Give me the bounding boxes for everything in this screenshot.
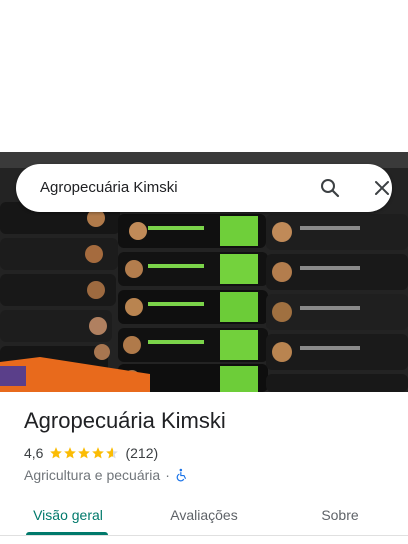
star-rating [49,446,119,460]
place-title: Agropecuária Kimski [24,408,226,433]
star-half-icon [106,447,119,459]
tab-label: Avaliações [170,507,238,523]
tab-reviews[interactable]: Avaliações [136,494,272,536]
search-icon[interactable] [318,176,342,200]
search-input[interactable]: Agropecuária Kimski [40,179,178,196]
star-icon [64,447,77,459]
middle-bags [118,214,268,392]
star-icon [92,447,105,459]
close-icon[interactable] [370,176,394,200]
star-icon [78,447,91,459]
rating-value: 4,6 [24,445,44,461]
left-bags [0,202,120,376]
rating-row[interactable]: 4,6 (212) [24,444,158,462]
review-count[interactable]: (212) [125,445,158,461]
separator-dot: · [165,467,170,483]
wheelchair-icon [176,468,186,482]
search-bar[interactable]: Agropecuária Kimski [16,164,392,212]
tab-divider [0,535,408,536]
category-row: Agricultura e pecuária · [24,466,189,484]
right-bags [266,214,408,392]
tab-overview[interactable]: Visão geral [0,494,136,536]
tab-label: Visão geral [33,507,103,523]
tab-label: Sobre [321,507,359,523]
star-icon [50,447,63,459]
tab-about[interactable]: Sobre [272,494,408,536]
place-tabs: Visão geral Avaliações Sobre [0,494,408,536]
category-label: Agricultura e pecuária [24,467,161,483]
map-area [0,0,408,152]
